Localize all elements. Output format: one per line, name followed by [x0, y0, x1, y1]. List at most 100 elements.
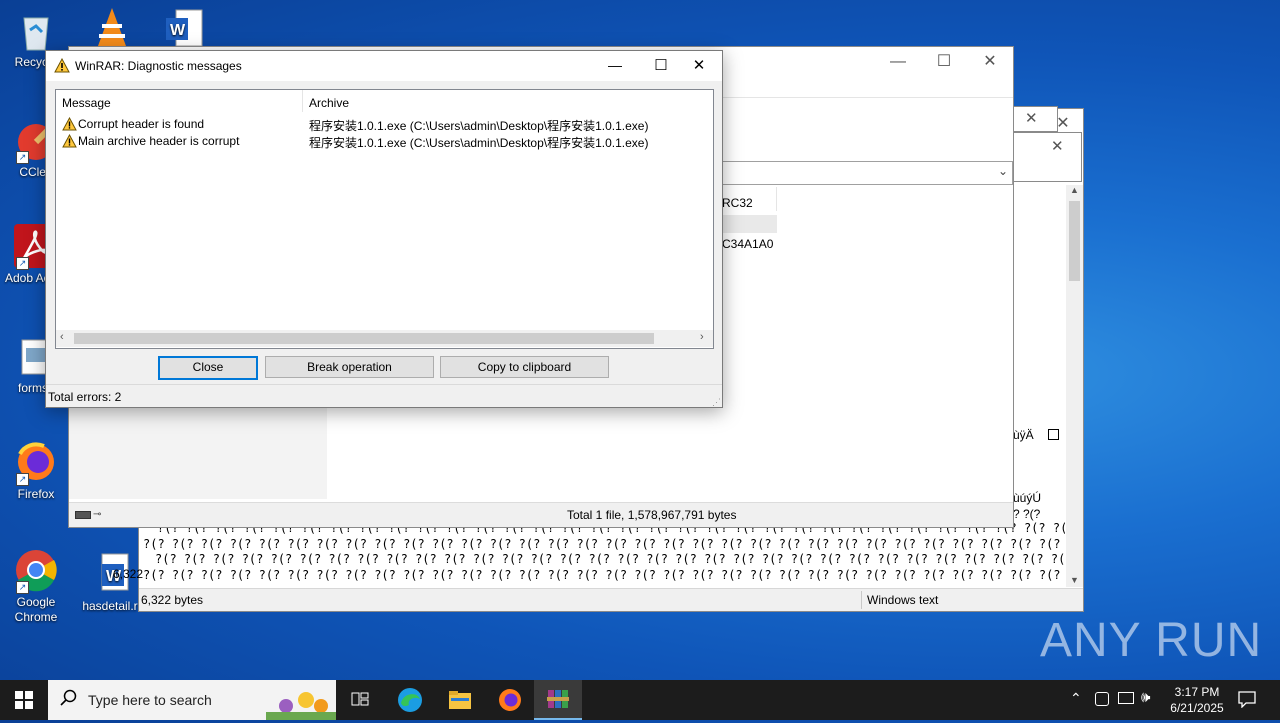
start-button[interactable]: [0, 680, 48, 720]
copy-to-clipboard-button[interactable]: Copy to clipboard: [440, 356, 609, 378]
scroll-down-icon[interactable]: ▼: [1066, 575, 1083, 585]
windows-logo-icon: [15, 691, 33, 709]
notepad-side-text: ùÿÄ: [1013, 428, 1034, 442]
taskbar: Type here to search ⌃ 🕪 3:17 PM 6/21/202…: [0, 680, 1280, 720]
file-list[interactable]: RC32 C34A1A0: [719, 187, 1011, 499]
dialog-title: WinRAR: Diagnostic messages: [75, 59, 242, 73]
firefox-icon: ↗: [14, 440, 58, 486]
status-total: Total 1 file, 1,578,967,791 bytes: [567, 508, 737, 522]
search-icon: [60, 689, 78, 710]
close-icon[interactable]: ✕: [676, 51, 722, 81]
scroll-left-icon[interactable]: ‹: [60, 331, 64, 343]
edge-icon[interactable]: [386, 680, 434, 720]
winrar-taskbar-icon[interactable]: [534, 680, 582, 720]
notepad-status-bar: 6,322 bytes Windows text: [139, 588, 1083, 611]
network-icon[interactable]: [1118, 692, 1134, 704]
firefox-taskbar-icon[interactable]: [486, 680, 534, 720]
archive-text: 程序安装1.0.1.exe (C:\Users\admin\Desktop\程序…: [309, 136, 649, 150]
scroll-up-icon[interactable]: ▲: [1066, 185, 1083, 195]
word-document-icon: W: [162, 6, 206, 50]
status-divider: [861, 591, 862, 609]
close-icon[interactable]: ✕: [1025, 109, 1038, 127]
notepad-text-area[interactable]: ?(? ?(? ?(? ?(? ?(? ?(? ?(? ?(? ?(? ?(? …: [139, 521, 1065, 585]
clock-time: 3:17 PM: [1174, 685, 1220, 699]
svg-text:W: W: [170, 22, 186, 39]
total-errors: Total errors: 2: [48, 390, 122, 404]
text-line: ?(? ?(? ?(? ?(? ?(? ?(? ?(? ?(? ?(? ?(? …: [143, 536, 1065, 551]
shortcut-arrow-icon: ↗: [16, 581, 29, 594]
notepad-side-text: ùúýÚ: [1013, 491, 1042, 505]
dialog-status-bar: Total errors: 2 ⋰: [46, 384, 722, 408]
column-divider: [776, 187, 777, 211]
column-divider: [302, 90, 303, 112]
message-text: Main archive header is corrupt: [78, 134, 240, 148]
column-header-archive[interactable]: Archive: [309, 96, 349, 110]
tray-chevron-up-icon[interactable]: ⌃: [1070, 690, 1082, 707]
search-highlight-flowers-icon: [266, 684, 336, 723]
desktop-icon-firefox[interactable]: ↗ Firefox: [0, 440, 72, 502]
notifications-icon[interactable]: [1238, 690, 1256, 711]
crc-value: C34A1A0: [722, 237, 774, 251]
status-encoding: Windows text: [867, 593, 939, 607]
dialog-title-bar: WinRAR: Diagnostic messages — ☐ ✕: [46, 51, 722, 81]
address-combobox[interactable]: ⌄: [719, 161, 1013, 185]
maximize-icon[interactable]: ☐: [921, 47, 967, 77]
close-icon[interactable]: ✕: [967, 47, 1013, 77]
close-button[interactable]: Close: [158, 356, 258, 380]
desktop-icon-label: hasdetail.r: [82, 599, 138, 613]
scroll-right-icon[interactable]: ›: [700, 331, 704, 343]
scroll-thumb[interactable]: [1069, 201, 1080, 281]
scroll-thumb[interactable]: [74, 333, 654, 344]
background-window: ✕: [1012, 132, 1082, 182]
messages-list[interactable]: Message Archive Corrupt header is found …: [55, 89, 714, 349]
chrome-icon: ↗: [14, 548, 58, 594]
shortcut-arrow-icon: ↗: [16, 473, 29, 486]
list-item[interactable]: Corrupt header is found 程序安装1.0.1.exe (C…: [56, 116, 711, 133]
notepad-side-checkbox-icon: [1048, 429, 1059, 440]
background-window: ✕: [1012, 106, 1058, 132]
list-item[interactable]: Main archive header is corrupt 程序安装1.0.1…: [56, 133, 711, 150]
desktop-icon-chrome[interactable]: ↗ Google Chrome: [0, 548, 72, 625]
tray-device-icon[interactable]: [1095, 692, 1109, 706]
warning-icon: [62, 116, 77, 134]
text-line: ?(? ?(? ?(? ?(? ?(? ?(? ?(? ?(? ?(? ?(? …: [155, 552, 1065, 566]
status-size: 6,322 bytes: [141, 593, 204, 607]
column-header-message[interactable]: Message: [62, 96, 111, 110]
taskbar-search-box[interactable]: Type here to search: [48, 680, 336, 720]
search-placeholder: Type here to search: [88, 692, 212, 708]
message-text: Corrupt header is found: [78, 117, 205, 131]
resize-grip-icon[interactable]: ⋰: [712, 397, 721, 408]
diagnostic-dialog: WinRAR: Diagnostic messages — ☐ ✕ Messag…: [45, 50, 723, 408]
desktop-icon-label: Google Chrome: [14, 595, 58, 624]
key-icon[interactable]: ⊸: [93, 509, 101, 520]
watermark-text: ANY RUN: [1040, 613, 1263, 667]
horizontal-scrollbar[interactable]: ‹ ›: [56, 330, 713, 347]
clock[interactable]: 3:17 PM 6/21/2025: [1166, 684, 1228, 716]
notepad-side-text: ? ?(?: [1013, 507, 1041, 521]
shortcut-arrow-icon: ↗: [16, 151, 29, 164]
recycle-bin-icon: [14, 8, 58, 52]
anyrun-watermark: ANY RUN: [1040, 608, 1262, 672]
column-header-crc[interactable]: RC32: [722, 196, 777, 210]
clock-date: 6/21/2025: [1170, 701, 1224, 715]
desktop-icon-hasdetail[interactable]: W hasdetail.r: [74, 552, 146, 614]
text-line: ?(? ?(? ?(? ?(? ?(? ?(? ?(? ?(? ?(? ?(? …: [143, 567, 1065, 582]
file-explorer-icon[interactable]: [436, 680, 484, 720]
task-view-icon[interactable]: [336, 680, 384, 720]
minimize-icon[interactable]: —: [875, 47, 921, 77]
warning-icon: [62, 133, 77, 151]
volume-icon[interactable]: 🕪: [1141, 689, 1150, 706]
chevron-down-icon[interactable]: ⌄: [998, 164, 1008, 178]
close-icon[interactable]: ✕: [1051, 137, 1064, 155]
row-highlight: [719, 215, 777, 233]
shortcut-arrow-icon: ↗: [16, 257, 29, 270]
desktop-icon-label: Firefox: [17, 487, 55, 501]
drive-icon[interactable]: [75, 511, 91, 519]
archive-text: 程序安装1.0.1.exe (C:\Users\admin\Desktop\程序…: [309, 119, 649, 133]
minimize-icon[interactable]: —: [592, 51, 638, 81]
vlc-cone-icon: [90, 6, 134, 50]
notepad-vertical-scrollbar[interactable]: ▲ ▼: [1066, 185, 1083, 587]
break-operation-button[interactable]: Break operation: [265, 356, 434, 378]
warning-icon: [54, 57, 70, 76]
winrar-status-bar: ⊸ Total 1 file, 1,578,967,791 bytes: [69, 502, 1013, 527]
